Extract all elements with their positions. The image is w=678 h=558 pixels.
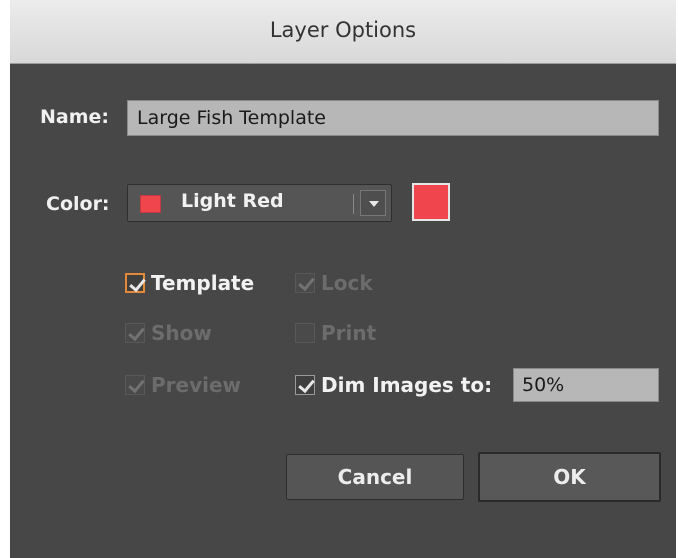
checkbox-unchecked-icon[interactable] — [295, 323, 315, 343]
lock-checkbox[interactable]: Lock — [295, 268, 373, 298]
color-label: Color: — [46, 193, 110, 215]
template-label: Template — [151, 271, 255, 295]
dim-images-label: Dim Images to: — [321, 373, 493, 397]
print-label: Print — [321, 321, 377, 345]
ok-button[interactable]: OK — [478, 452, 661, 502]
dim-images-checkbox[interactable]: Dim Images to: — [295, 370, 492, 400]
preview-label: Preview — [151, 373, 242, 397]
layer-options-dialog: Layer Options Name: Large Fish Template … — [10, 0, 676, 558]
name-input[interactable]: Large Fish Template — [127, 100, 659, 136]
lock-label: Lock — [321, 271, 373, 295]
checkbox-checked-icon[interactable] — [125, 323, 145, 343]
checkbox-checked-icon[interactable] — [125, 375, 145, 395]
checkbox-checked-icon[interactable] — [125, 273, 145, 293]
dropdown-divider — [353, 194, 354, 214]
show-label: Show — [151, 321, 212, 345]
title-bar: Layer Options — [10, 0, 676, 64]
dropdown-arrow-icon[interactable] — [360, 190, 386, 216]
color-dropdown-value: Light Red — [181, 190, 284, 212]
name-label: Name: — [40, 106, 110, 128]
show-checkbox[interactable]: Show — [125, 318, 212, 348]
template-checkbox[interactable]: Template — [125, 268, 254, 298]
checkbox-checked-icon[interactable] — [295, 375, 315, 395]
custom-color-swatch[interactable] — [412, 183, 450, 221]
cancel-button[interactable]: Cancel — [286, 454, 464, 500]
checkbox-checked-icon[interactable] — [295, 273, 315, 293]
print-checkbox[interactable]: Print — [295, 318, 376, 348]
preview-checkbox[interactable]: Preview — [125, 370, 241, 400]
dim-images-input[interactable]: 50% — [513, 368, 659, 402]
color-swatch-icon — [140, 195, 161, 213]
dialog-title: Layer Options — [269, 18, 417, 42]
color-dropdown[interactable]: Light Red — [127, 184, 392, 222]
